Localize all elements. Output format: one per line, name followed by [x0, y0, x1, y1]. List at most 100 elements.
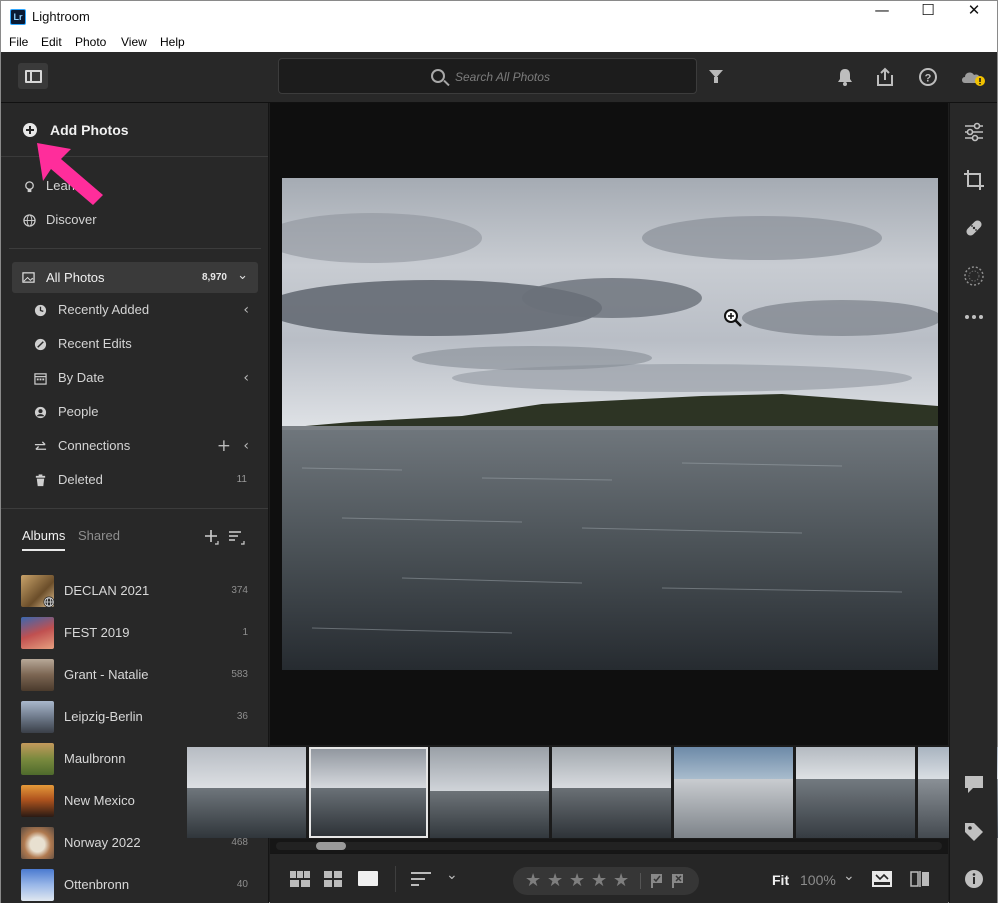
all-photos-label: All Photos: [46, 270, 105, 285]
star-4-icon[interactable]: ★: [591, 870, 607, 891]
connections-icon: [34, 441, 47, 450]
main-photo[interactable]: [282, 178, 938, 670]
nav-all-photos[interactable]: All Photos 8,970 ⌄: [12, 262, 258, 293]
share-icon[interactable]: [875, 67, 895, 87]
add-album-icon[interactable]: [204, 529, 220, 545]
album-name: New Mexico: [64, 793, 135, 808]
tab-shared[interactable]: Shared: [78, 528, 120, 543]
nav-recently-added[interactable]: Recently Added ‹: [1, 293, 268, 327]
filmstrip-thumbnail[interactable]: [187, 747, 306, 838]
edit-sliders-icon[interactable]: [963, 121, 985, 143]
nav-by-date-label: By Date: [58, 370, 105, 385]
menu-help[interactable]: Help: [160, 35, 185, 49]
masking-icon[interactable]: [963, 265, 985, 287]
scrollbar-thumb[interactable]: [316, 842, 346, 850]
maximize-button[interactable]: ☐: [905, 1, 951, 32]
all-photos-count: 8,970: [201, 272, 227, 283]
album-item[interactable]: Leipzig-Berlin 36: [1, 696, 268, 738]
nav-connections[interactable]: Connections + ‹: [1, 429, 268, 463]
sort-albums-icon[interactable]: [228, 529, 246, 545]
album-name: Grant - Natalie: [64, 667, 149, 682]
nav-by-date[interactable]: By Date ‹: [1, 361, 268, 395]
album-item[interactable]: Grant - Natalie 583: [1, 654, 268, 696]
grid-view-icon[interactable]: [324, 871, 342, 887]
person-icon: [34, 406, 47, 419]
filmstrip-thumbnail[interactable]: [430, 747, 549, 838]
add-photos-label: Add Photos: [50, 122, 129, 138]
zoom-level[interactable]: 100%: [800, 872, 836, 888]
chevron-left-icon[interactable]: ‹: [243, 302, 249, 318]
menu-edit[interactable]: Edit: [41, 35, 62, 49]
nav-people-label: People: [58, 404, 99, 419]
filmstrip-scrollbar[interactable]: [270, 839, 948, 853]
nav-deleted-label: Deleted: [58, 472, 103, 487]
chevron-left-icon[interactable]: ‹: [243, 438, 249, 454]
trash-icon: [35, 474, 46, 487]
album-item[interactable]: DECLAN 2021 374: [1, 570, 268, 612]
clock-icon: [34, 304, 47, 317]
album-name: Norway 2022: [64, 835, 141, 850]
chevron-down-icon[interactable]: ⌄: [237, 268, 248, 283]
album-thumbnail: [21, 743, 54, 775]
album-thumbnail: [21, 617, 54, 649]
more-options-icon[interactable]: [963, 306, 985, 328]
help-icon[interactable]: ?: [918, 67, 938, 87]
filter-icon[interactable]: [709, 70, 723, 83]
healing-bandage-icon[interactable]: [963, 217, 985, 239]
nav-deleted[interactable]: Deleted 11: [1, 463, 268, 497]
star-1-icon[interactable]: ★: [525, 870, 541, 891]
window-title: Lightroom: [32, 9, 90, 24]
info-icon[interactable]: [963, 868, 985, 890]
comment-icon[interactable]: [963, 773, 985, 795]
chevron-left-icon[interactable]: ‹: [243, 370, 249, 386]
flag-reject-icon[interactable]: [671, 873, 685, 889]
filmstrip-toggle-icon[interactable]: [872, 871, 892, 887]
menu-file[interactable]: File: [9, 35, 28, 49]
add-connection-icon[interactable]: +: [217, 436, 231, 456]
keyword-tag-icon[interactable]: [963, 821, 985, 843]
compare-view-icon[interactable]: [910, 871, 930, 887]
nav-people[interactable]: People: [1, 395, 268, 429]
svg-text:?: ?: [925, 73, 932, 85]
nav-connections-label: Connections: [58, 438, 131, 453]
filmstrip-thumbnail[interactable]: [674, 747, 793, 838]
filmstrip-thumbnail[interactable]: [796, 747, 915, 838]
menu-photo[interactable]: Photo: [75, 35, 106, 49]
recent-edits-icon: [34, 338, 47, 351]
album-thumbnail: [21, 827, 54, 859]
annotation-arrow-icon: [37, 143, 103, 205]
sort-dropdown-chevron-icon[interactable]: ⌄: [446, 867, 458, 883]
cloud-sync-warning-icon[interactable]: [959, 67, 987, 87]
zoom-fit-button[interactable]: Fit: [772, 872, 789, 888]
nav-recent-edits[interactable]: Recent Edits: [1, 327, 268, 361]
zoom-chevron-down-icon[interactable]: ⌄: [843, 868, 855, 884]
minimize-button[interactable]: —: [859, 1, 905, 32]
filmstrip-thumbnail[interactable]: [552, 747, 671, 838]
album-name: Ottenbronn: [64, 877, 130, 892]
crop-icon[interactable]: [963, 169, 985, 191]
filmstrip-thumbnail-selected[interactable]: [309, 747, 428, 838]
flag-pick-icon[interactable]: [650, 873, 664, 889]
shared-globe-icon: [43, 596, 55, 608]
square-grid-view-icon[interactable]: [290, 871, 310, 887]
album-name: Leipzig-Berlin: [64, 709, 143, 724]
divider: [9, 248, 261, 249]
album-item[interactable]: Ottenbronn 40: [1, 864, 268, 903]
menu-view[interactable]: View: [121, 35, 147, 49]
detail-view-icon[interactable]: [358, 871, 378, 886]
star-2-icon[interactable]: ★: [547, 870, 563, 891]
search-box[interactable]: [278, 58, 697, 94]
close-button[interactable]: ✕: [951, 1, 997, 32]
star-rating: ★ ★ ★ ★ ★: [513, 867, 699, 895]
globe-icon: [23, 214, 36, 227]
notifications-bell-icon[interactable]: [835, 67, 855, 87]
right-panel: [949, 103, 997, 903]
sort-icon[interactable]: [411, 871, 431, 887]
album-item[interactable]: FEST 2019 1: [1, 612, 268, 654]
panel-toggle-button[interactable]: [18, 63, 48, 89]
star-3-icon[interactable]: ★: [569, 870, 585, 891]
add-circle-icon: [23, 123, 37, 137]
search-input[interactable]: [455, 68, 655, 86]
tab-albums[interactable]: Albums: [22, 528, 66, 551]
star-5-icon[interactable]: ★: [613, 870, 629, 891]
